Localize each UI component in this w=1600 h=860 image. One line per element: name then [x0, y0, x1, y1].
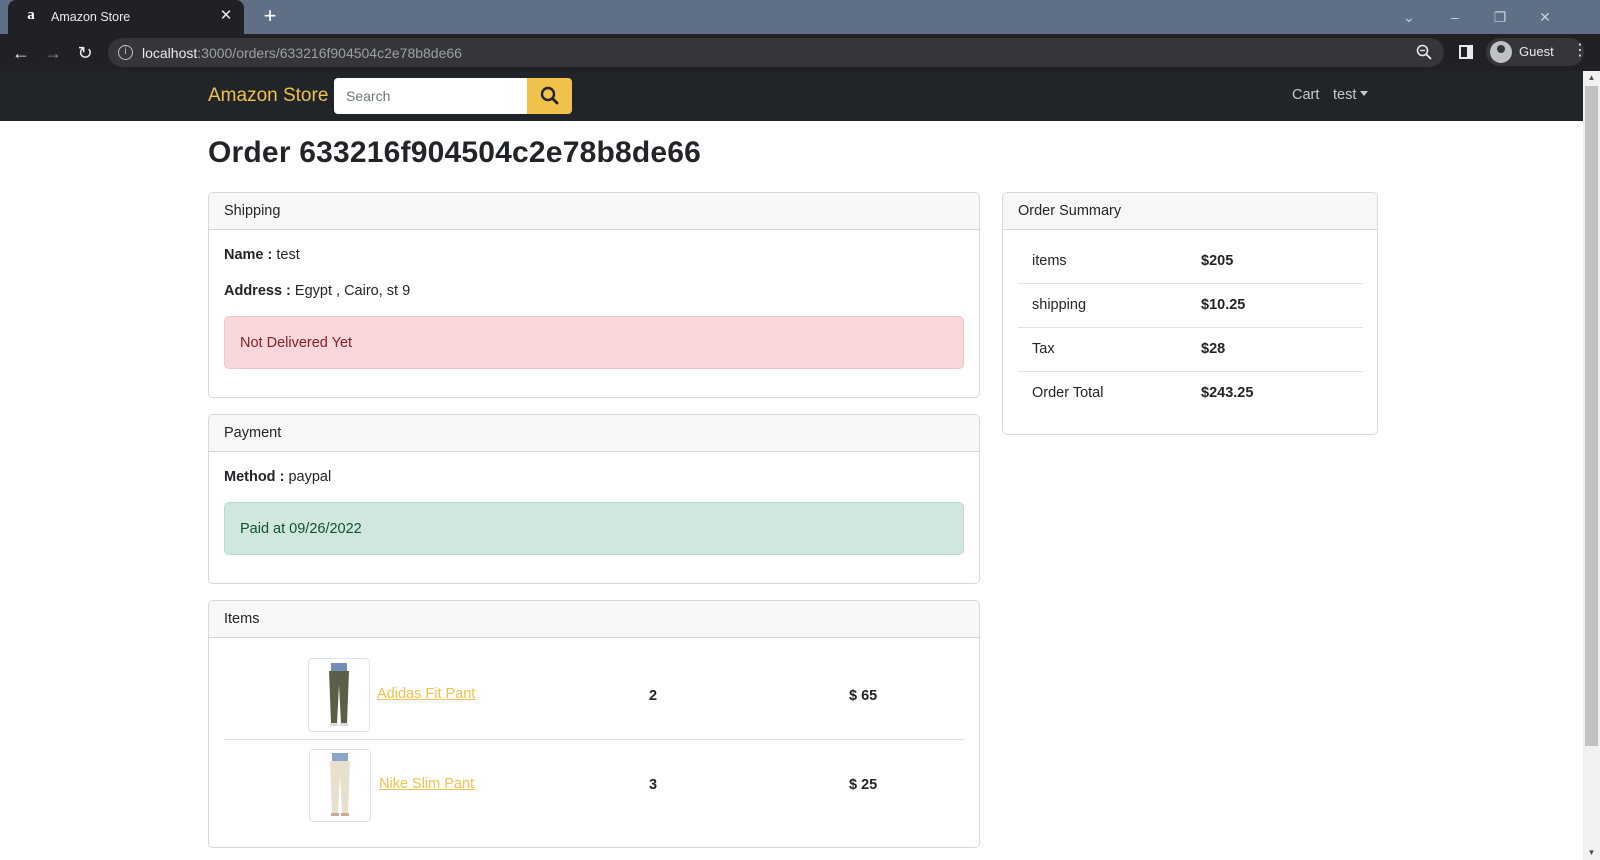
browser-menu-icon[interactable]: ⋮ — [1572, 42, 1588, 62]
shipping-name: Name : test — [224, 247, 300, 263]
item-row: Adidas Fit Pant 2 $ 65 — [224, 648, 964, 740]
page-title: Order 633216f904504c2e78b8de66 — [208, 136, 702, 169]
browser-tab[interactable]: a Amazon Store ✕ — [8, 0, 244, 34]
item-quantity: 2 — [649, 688, 658, 704]
summary-value: $28 — [1201, 341, 1226, 357]
item-row: Nike Slim Pant 3 $ 25 — [224, 740, 964, 830]
item-price: $ 65 — [849, 688, 878, 704]
search-form — [334, 78, 572, 114]
browser-tab-strip: a Amazon Store ✕ + ⌄ – ❐ ✕ — [0, 0, 1600, 34]
site-info-icon[interactable]: i — [118, 45, 133, 60]
items-card-header: Items — [209, 601, 979, 638]
summary-row-total: Order Total $243.25 — [1018, 372, 1363, 416]
summary-row-shipping: shipping $10.25 — [1018, 284, 1363, 328]
address-url: localhost:3000/orders/633216f904504c2e78… — [142, 45, 462, 61]
user-dropdown[interactable]: test — [1333, 87, 1369, 103]
payment-card: Payment Method : paypal Paid at 09/26/20… — [208, 414, 980, 584]
summary-value: $243.25 — [1201, 385, 1254, 401]
cart-link[interactable]: Cart — [1292, 87, 1319, 103]
profile-label: Guest — [1519, 44, 1554, 59]
minimize-window-icon[interactable]: – — [1435, 5, 1475, 29]
search-icon — [540, 86, 559, 105]
shipping-card-header: Shipping — [209, 193, 979, 230]
shipping-card: Shipping Name : test Address : Egypt , C… — [208, 192, 980, 398]
summary-label: items — [1032, 253, 1067, 269]
summary-label: Tax — [1032, 341, 1055, 357]
summary-label: shipping — [1032, 297, 1087, 313]
item-image[interactable] — [309, 749, 371, 822]
tab-title: Amazon Store — [51, 10, 131, 24]
summary-row-items: items $205 — [1018, 240, 1363, 284]
page-viewport: Amazon Store Cart test Order 633216f9045… — [0, 71, 1583, 860]
payment-card-header: Payment — [209, 415, 979, 452]
side-panel-icon[interactable] — [1459, 45, 1473, 59]
items-card: Items Adidas Fit Pant 2 $ 65 Nike Slim P… — [208, 600, 980, 848]
order-summary-card: Order Summary items $205 shipping $10.25… — [1002, 192, 1378, 435]
search-input[interactable] — [334, 78, 528, 114]
back-icon[interactable]: ← — [9, 41, 33, 65]
item-image[interactable] — [308, 658, 370, 732]
browser-toolbar: ← → ↻ i localhost:3000/orders/633216f904… — [0, 34, 1600, 71]
scroll-up-arrow-icon[interactable]: ▲ — [1583, 71, 1600, 85]
item-price: $ 25 — [849, 777, 878, 793]
summary-row-tax: Tax $28 — [1018, 328, 1363, 372]
site-navbar: Amazon Store Cart test — [0, 71, 1583, 121]
page-scrollbar[interactable]: ▲ ▼ — [1583, 71, 1600, 860]
shipping-address: Address : Egypt , Cairo, st 9 — [224, 283, 411, 299]
scroll-down-arrow-icon[interactable]: ▼ — [1583, 846, 1600, 860]
close-tab-icon[interactable]: ✕ — [216, 6, 236, 26]
search-button[interactable] — [527, 78, 572, 114]
close-window-icon[interactable]: ✕ — [1525, 5, 1565, 29]
amazon-a-icon: a — [27, 7, 35, 23]
reload-icon[interactable]: ↻ — [73, 41, 97, 65]
restore-window-icon[interactable]: ❐ — [1480, 5, 1520, 29]
summary-value: $10.25 — [1201, 297, 1246, 313]
brand-link[interactable]: Amazon Store — [208, 85, 328, 107]
zoom-icon[interactable] — [1416, 44, 1432, 60]
payment-method: Method : paypal — [224, 469, 332, 485]
forward-icon[interactable]: → — [41, 41, 65, 65]
tab-search-icon[interactable]: ⌄ — [1389, 5, 1429, 29]
item-link[interactable]: Adidas Fit Pant — [377, 686, 475, 702]
item-link[interactable]: Nike Slim Pant — [379, 776, 474, 792]
profile-button[interactable]: Guest — [1486, 38, 1584, 66]
guest-avatar-icon — [1490, 41, 1512, 63]
new-tab-button[interactable]: + — [258, 5, 282, 29]
address-bar[interactable]: i localhost:3000/orders/633216f904504c2e… — [108, 38, 1444, 67]
order-summary-header: Order Summary — [1003, 193, 1377, 230]
summary-label: Order Total — [1032, 385, 1104, 401]
item-quantity: 3 — [649, 777, 658, 793]
scrollbar-thumb[interactable] — [1585, 86, 1598, 746]
user-dropdown-label: test — [1333, 87, 1357, 103]
payment-status-alert: Paid at 09/26/2022 — [224, 502, 964, 555]
summary-value: $205 — [1201, 253, 1234, 269]
delivery-status-alert: Not Delivered Yet — [224, 316, 964, 369]
caret-down-icon — [1360, 91, 1369, 96]
